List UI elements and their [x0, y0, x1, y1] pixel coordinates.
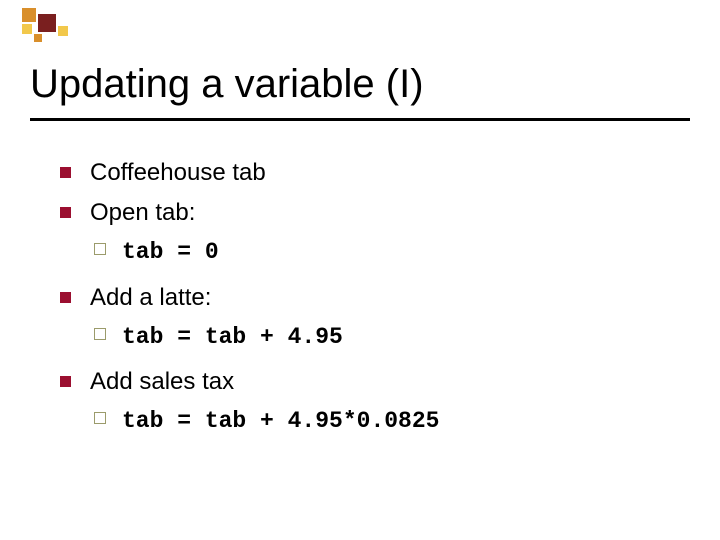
bullet-text: Open tab: [90, 199, 195, 226]
deco-square [58, 26, 68, 36]
code-text: tab = tab + 4.95*0.0825 [122, 408, 439, 434]
bullet-item: Open tab: [60, 195, 680, 231]
deco-square [22, 8, 36, 22]
square-bullet-icon [60, 292, 71, 303]
code-line: tab = tab + 4.95*0.0825 [60, 404, 680, 439]
hollow-square-icon [94, 328, 106, 340]
square-bullet-icon [60, 207, 71, 218]
bullet-text: Add a latte: [90, 284, 211, 311]
deco-square [8, 18, 20, 30]
code-text: tab = 0 [122, 239, 219, 265]
bullet-text: Add sales tax [90, 368, 234, 395]
square-bullet-icon [60, 376, 71, 387]
corner-decoration [8, 8, 88, 48]
bullet-text: Coffeehouse tab [90, 159, 266, 186]
title-underline [30, 118, 690, 121]
code-line: tab = tab + 4.95 [60, 320, 680, 355]
deco-square [38, 14, 56, 32]
deco-square [22, 24, 32, 34]
slide-title: Updating a variable (I) [30, 62, 424, 107]
slide: Updating a variable (I) Coffeehouse tab … [0, 0, 720, 540]
bullet-item: Coffeehouse tab [60, 155, 680, 191]
bullet-item: Add sales tax [60, 364, 680, 400]
bullet-item: Add a latte: [60, 280, 680, 316]
code-text: tab = tab + 4.95 [122, 324, 343, 350]
deco-square [34, 34, 42, 42]
slide-body: Coffeehouse tab Open tab: tab = 0 Add a … [60, 155, 680, 449]
hollow-square-icon [94, 412, 106, 424]
code-line: tab = 0 [60, 235, 680, 270]
square-bullet-icon [60, 167, 71, 178]
hollow-square-icon [94, 243, 106, 255]
